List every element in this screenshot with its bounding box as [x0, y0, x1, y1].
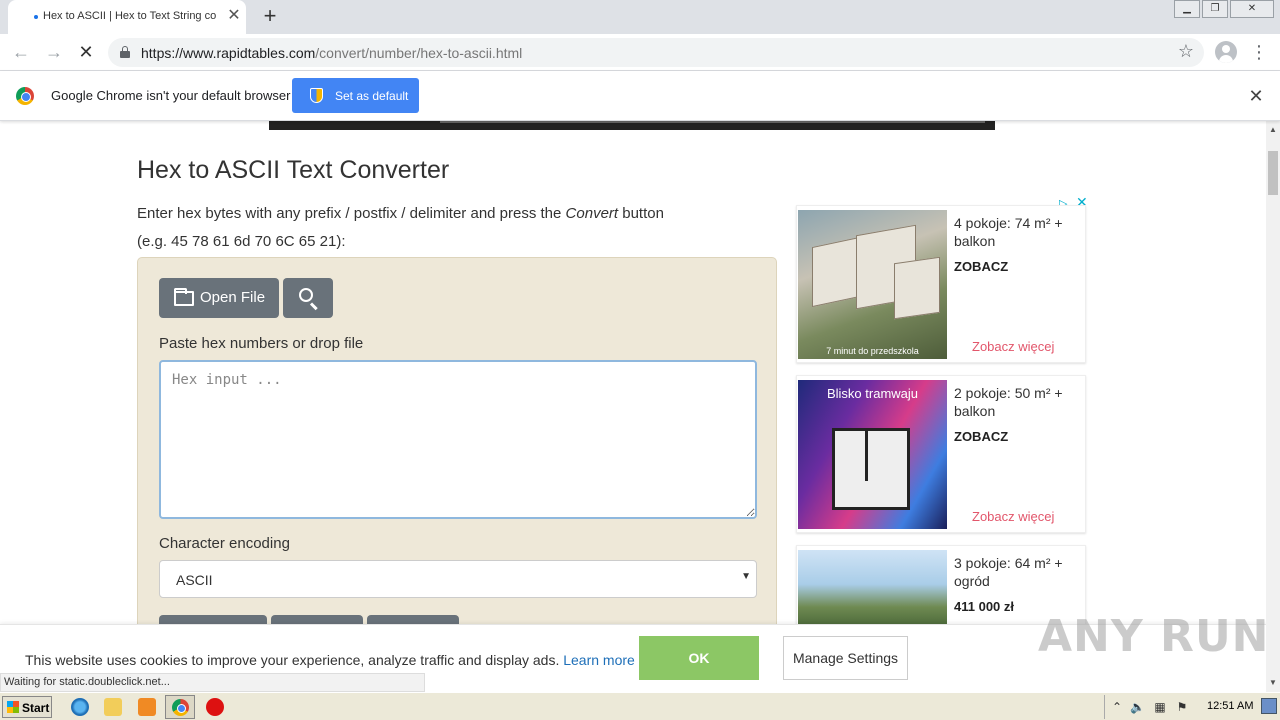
- media-player-icon[interactable]: [138, 698, 156, 716]
- scroll-thumb[interactable]: [1268, 151, 1278, 195]
- ad-card[interactable]: Blisko tramwaju 2 pokoje: 50 m² + balkon…: [796, 375, 1086, 533]
- learn-more-link[interactable]: Learn more: [563, 652, 635, 668]
- url-text[interactable]: https://www.rapidtables.com/convert/numb…: [141, 45, 522, 61]
- page-title: Hex to ASCII Text Converter: [137, 156, 450, 184]
- minimize-button[interactable]: ▁: [1174, 0, 1200, 18]
- loading-icon: [34, 15, 38, 19]
- example-text: (e.g. 45 78 61 6d 70 6C 65 21):: [137, 233, 346, 250]
- start-label: Start: [22, 701, 50, 715]
- open-file-button[interactable]: Open File: [159, 278, 279, 318]
- set-as-default-button[interactable]: Set as default: [292, 78, 419, 113]
- back-icon[interactable]: ←: [9, 40, 33, 64]
- encoding-value: ASCII: [176, 572, 213, 588]
- search-icon: [299, 288, 313, 302]
- page-scrollbar[interactable]: ▲ ▼: [1266, 121, 1280, 692]
- dropdown-caret-icon: ▼: [741, 571, 751, 582]
- encoding-select[interactable]: ASCII ▼: [159, 560, 757, 598]
- ad-image: 7 minut do przedszkola: [798, 210, 947, 359]
- restore-button[interactable]: ❐: [1202, 0, 1228, 18]
- ad-image-caption: 7 minut do przedszkola: [826, 346, 919, 356]
- window-controls: ▁ ❐ ✕: [1172, 0, 1274, 18]
- infobar-close-icon[interactable]: ✕: [1246, 86, 1266, 106]
- new-tab-button[interactable]: +: [258, 5, 282, 29]
- security-app-icon[interactable]: [206, 698, 224, 716]
- ad-title: 4 pokoje: 74 m² + balkon: [954, 215, 1063, 249]
- browser-tab[interactable]: Hex to ASCII | Hex to Text String co ✕: [8, 0, 246, 34]
- paste-label: Paste hex numbers or drop file: [159, 335, 364, 352]
- uac-shield-icon: [310, 88, 323, 103]
- volume-icon[interactable]: 🔈: [1130, 700, 1145, 714]
- show-hidden-icons-icon[interactable]: ⌃: [1110, 700, 1124, 714]
- action-center-flag-icon[interactable]: ⚑: [1175, 700, 1189, 714]
- stop-loading-icon[interactable]: ✕: [74, 40, 98, 64]
- ad-image: Blisko tramwaju: [798, 380, 947, 529]
- file-explorer-icon[interactable]: [104, 698, 122, 716]
- status-bubble: Waiting for static.doubleclick.net...: [0, 673, 425, 692]
- forward-icon[interactable]: →: [42, 40, 66, 64]
- cookie-ok-button[interactable]: OK: [639, 636, 759, 680]
- default-browser-infobar: Google Chrome isn't your default browser…: [0, 71, 1280, 121]
- start-button[interactable]: Start: [2, 696, 52, 718]
- hex-input[interactable]: [159, 360, 757, 519]
- scroll-down-icon[interactable]: ▼: [1266, 676, 1280, 690]
- taskbar-chrome-button[interactable]: [165, 695, 195, 719]
- internet-explorer-icon[interactable]: [71, 698, 89, 716]
- ad-title: 2 pokoje: 50 m² + balkon: [954, 385, 1063, 419]
- clock[interactable]: 12:51 AM: [1207, 700, 1253, 712]
- windows-taskbar: Start ⌃ 🔈 ▦ ⚑ 12:51 AM: [0, 692, 1280, 720]
- tab-title: Hex to ASCII | Hex to Text String co: [43, 10, 217, 22]
- ad-more-link[interactable]: Zobacz więcej: [972, 509, 1054, 524]
- ad-title: 3 pokoje: 64 m² + ogród: [954, 555, 1063, 589]
- cookie-text: This website uses cookies to improve you…: [25, 652, 635, 668]
- browser-toolbar: ← → ✕ https://www.rapidtables.com/conver…: [0, 34, 1280, 71]
- ad-more-link[interactable]: Zobacz więcej: [972, 339, 1054, 354]
- ad-card[interactable]: 7 minut do przedszkola 4 pokoje: 74 m² +…: [796, 205, 1086, 363]
- top-ad-banner[interactable]: [269, 121, 995, 130]
- anyrun-watermark: ANY RUN: [1038, 611, 1270, 662]
- converter-panel: Open File Paste hex numbers or drop file…: [137, 257, 777, 639]
- tab-strip: Hex to ASCII | Hex to Text String co ✕ +…: [0, 0, 1280, 34]
- bookmark-star-icon[interactable]: ☆: [1178, 41, 1194, 62]
- infobar-message: Google Chrome isn't your default browser: [51, 88, 291, 103]
- profile-avatar-icon[interactable]: [1215, 41, 1237, 63]
- ad-cta[interactable]: ZOBACZ: [954, 429, 1008, 444]
- ad-cta[interactable]: ZOBACZ: [954, 259, 1008, 274]
- ad-image-caption: Blisko tramwaju: [826, 386, 919, 401]
- address-bar[interactable]: https://www.rapidtables.com/convert/numb…: [108, 38, 1204, 67]
- tab-close-icon[interactable]: ✕: [224, 6, 244, 26]
- set-as-default-label: Set as default: [335, 89, 409, 103]
- manage-settings-button[interactable]: Manage Settings: [783, 636, 908, 680]
- system-tray: ⌃ 🔈 ▦ ⚑ 12:51 AM: [1104, 695, 1280, 719]
- chrome-icon: [172, 699, 189, 716]
- network-icon[interactable]: ▦: [1153, 700, 1167, 714]
- intro-text: Enter hex bytes with any prefix / postfi…: [137, 205, 664, 222]
- encoding-label: Character encoding: [159, 535, 290, 552]
- chrome-logo-icon: [16, 87, 34, 105]
- ad-price[interactable]: 411 000 zł: [954, 599, 1014, 614]
- ad-image: [798, 550, 947, 626]
- window-close-button[interactable]: ✕: [1230, 0, 1274, 18]
- folder-icon: [174, 288, 194, 306]
- scroll-up-icon[interactable]: ▲: [1266, 123, 1280, 137]
- search-button[interactable]: [283, 278, 333, 318]
- show-desktop-icon[interactable]: [1261, 698, 1277, 714]
- chrome-menu-icon[interactable]: ⋮: [1250, 41, 1268, 63]
- lock-icon: [120, 46, 130, 58]
- open-file-label: Open File: [200, 289, 266, 306]
- windows-logo-icon: [7, 701, 19, 713]
